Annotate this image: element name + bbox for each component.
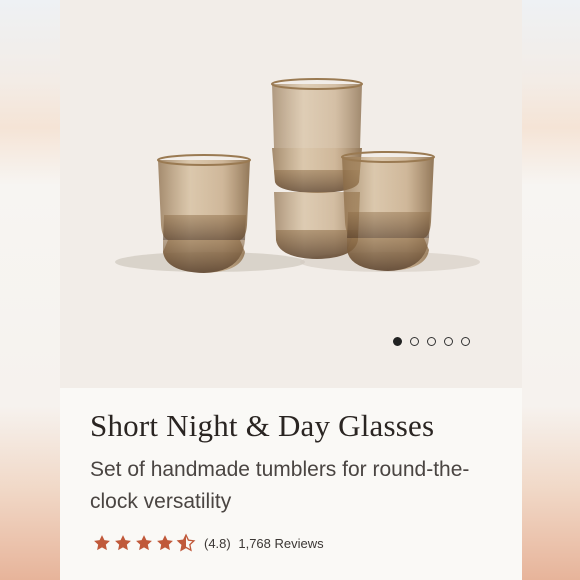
star-icon: [136, 535, 152, 551]
right-glass: [341, 151, 435, 271]
product-rating[interactable]: (4.8) 1,768 Reviews: [92, 532, 324, 554]
carousel-dot-1[interactable]: [393, 336, 402, 346]
half-star-icon: [176, 533, 196, 552]
product-info: Short Night & Day Glasses Set of handmad…: [60, 388, 522, 580]
product-image[interactable]: [60, 0, 522, 388]
product-subtitle: Set of handmade tumblers for round-the-c…: [90, 458, 470, 513]
rating-stars: [92, 533, 196, 553]
carousel-dot-4[interactable]: [444, 336, 453, 346]
rating-value: (4.8): [204, 535, 231, 551]
product-title[interactable]: Short Night & Day Glasses: [90, 408, 434, 444]
left-glass: [157, 154, 251, 273]
star-icon: [94, 535, 110, 551]
carousel-dot-5[interactable]: [461, 336, 470, 346]
glasses-image: [115, 78, 480, 273]
carousel-dots: [393, 334, 470, 348]
product-card[interactable]: Short Night & Day Glasses Set of handmad…: [60, 0, 522, 580]
review-count-link[interactable]: 1,768 Reviews: [238, 536, 323, 551]
star-icon: [157, 535, 173, 551]
carousel-dot-2[interactable]: [410, 336, 419, 346]
rating-text: (4.8) 1,768 Reviews: [204, 536, 324, 551]
star-icon: [115, 535, 131, 551]
carousel-dot-3[interactable]: [427, 336, 436, 346]
